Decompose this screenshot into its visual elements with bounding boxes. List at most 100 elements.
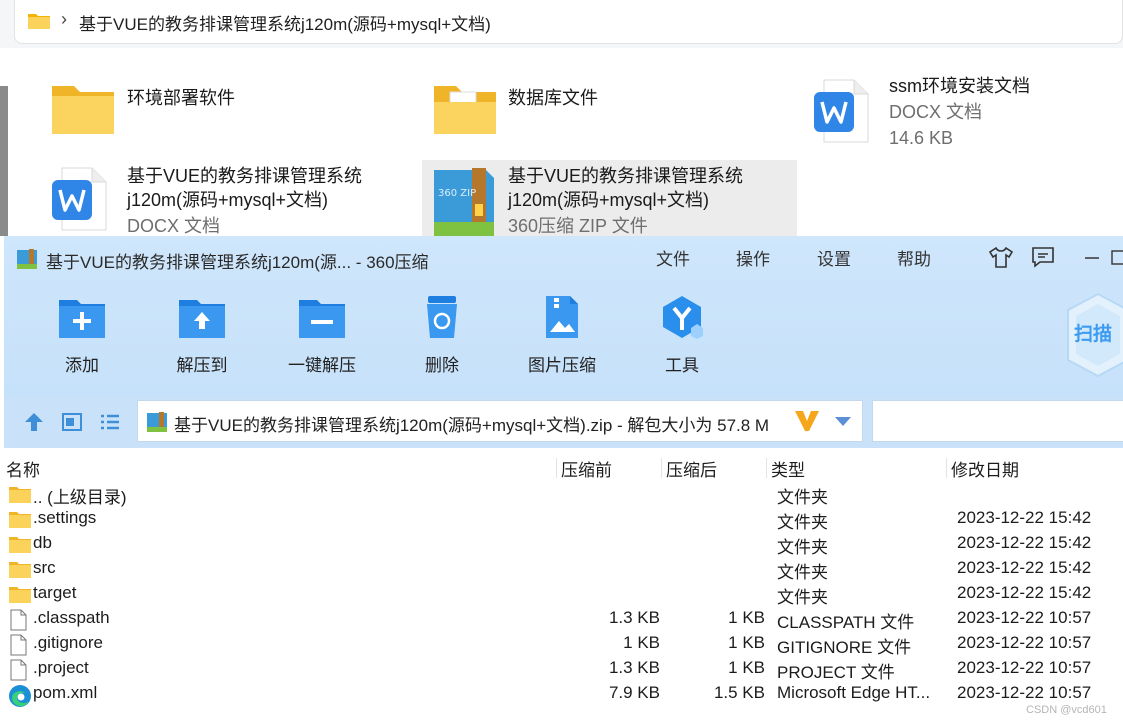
menu-help[interactable]: 帮助	[897, 245, 931, 270]
search-input[interactable]	[872, 400, 1123, 442]
watermark: CSDN @vcd601	[1026, 704, 1107, 716]
cell-before: 1 KB	[623, 633, 660, 652]
item-size: 14.6 KB	[889, 128, 954, 148]
scan-button[interactable]: 扫描	[1058, 292, 1123, 383]
menu-settings[interactable]: 设置	[817, 245, 851, 270]
cell-type: Microsoft Edge HT...	[777, 683, 931, 702]
window-title: 基于VUE的教务排课管理系统j120m(源... - 360压缩	[46, 253, 429, 272]
cell-before: 1.3 KB	[608, 608, 660, 627]
cell-date: 2023-12-22 15:42	[957, 508, 1092, 527]
column-type[interactable]: 类型	[771, 456, 805, 481]
item-name-line2: j120m(源码+mysql+文档)	[127, 190, 329, 210]
zip-app-icon	[17, 249, 37, 269]
cell-before: 1.3 KB	[608, 658, 660, 677]
table-row[interactable]: target 文件夹 2023-12-22 15:42	[4, 582, 1123, 607]
wps-word-icon	[814, 79, 869, 143]
skin-tshirt-icon[interactable]	[988, 244, 1014, 270]
cell-name: .gitignore	[33, 633, 103, 652]
table-row[interactable]: .classpath 1.3 KB 1 KB CLASSPATH 文件 2023-12-…	[4, 607, 1123, 632]
360-zip-icon: 360 ZIP	[434, 168, 494, 236]
explorer-item-folder[interactable]: 环境部署软件	[50, 82, 350, 142]
tools-icon	[663, 296, 703, 339]
vip-badge-icon[interactable]	[794, 407, 820, 433]
table-row[interactable]: db 文件夹 2023-12-22 15:42	[4, 532, 1123, 557]
folder-icon	[8, 534, 32, 559]
column-before[interactable]: 压缩前	[561, 456, 612, 481]
extract-to-button[interactable]: 解压到	[162, 294, 242, 375]
item-name-line2: j120m(源码+mysql+文档)	[508, 190, 710, 210]
cell-name: src	[33, 558, 56, 577]
item-name: 数据库文件	[508, 88, 598, 108]
table-row[interactable]: .. (上级目录) 文件夹	[4, 482, 1123, 507]
navigation-row: 基于VUE的教务排课管理系统j120m(源码+mysql+文档).zip - 解…	[4, 396, 1123, 448]
cell-date: 2023-12-22 15:42	[957, 558, 1092, 577]
shield-icon: 扫描	[1067, 292, 1123, 378]
image-compress-button[interactable]: 图片压缩	[522, 294, 602, 375]
menu-file[interactable]: 文件	[656, 245, 690, 270]
tools-button[interactable]: 工具	[642, 294, 722, 375]
edge-browser-icon	[8, 684, 32, 713]
up-arrow-icon[interactable]	[22, 410, 46, 434]
cell-date: 2023-12-22 10:57	[957, 633, 1092, 652]
one-click-extract-button[interactable]: 一键解压	[282, 294, 362, 375]
menu-operate[interactable]: 操作	[736, 245, 770, 270]
breadcrumb: 基于VUE的教务排课管理系统j120m(源码+mysql+文档)	[79, 15, 491, 34]
explorer-item-folder[interactable]: 数据库文件	[432, 82, 762, 142]
item-name-line1: 基于VUE的教务排课管理系统	[508, 166, 744, 186]
cell-after: 1 KB	[728, 633, 765, 652]
explorer-item-zip[interactable]: 360 ZIP 基于VUE的教务排课管理系统 j120m(源码+mysql+文档…	[428, 162, 794, 236]
cell-date: 2023-12-22 15:42	[957, 583, 1092, 602]
maximize-icon[interactable]	[1110, 244, 1123, 270]
folder-with-files-icon	[434, 86, 496, 134]
cell-type: CLASSPATH 文件	[777, 613, 915, 632]
image-compress-icon	[546, 296, 578, 338]
scrollbar[interactable]	[0, 86, 8, 236]
zip-window: 基于VUE的教务排课管理系统j120m(源... - 360压缩 文件 操作 设…	[4, 236, 1123, 726]
column-date[interactable]: 修改日期	[951, 456, 1019, 481]
extract-to-icon	[179, 300, 225, 338]
delete-label: 删除	[425, 356, 459, 375]
column-divider[interactable]	[556, 458, 557, 478]
delete-button[interactable]: 删除	[402, 294, 482, 375]
cell-date: 2023-12-22 10:57	[957, 658, 1092, 677]
image-compress-label: 图片压缩	[528, 356, 596, 375]
add-button[interactable]: 添加	[42, 294, 122, 375]
item-name: 环境部署软件	[127, 88, 235, 108]
cell-name: .settings	[33, 508, 97, 527]
column-after[interactable]: 压缩后	[666, 456, 717, 481]
minimize-icon[interactable]	[1082, 244, 1102, 270]
cell-type: 文件夹	[777, 563, 828, 582]
feedback-icon[interactable]	[1030, 244, 1056, 270]
folder-icon	[8, 484, 32, 509]
cell-after: 1.5 KB	[713, 683, 765, 702]
title-bar[interactable]: 基于VUE的教务排课管理系统j120m(源... - 360压缩 文件 操作 设…	[4, 236, 1123, 280]
column-name[interactable]: 名称	[6, 456, 40, 481]
cell-name: target	[33, 583, 77, 602]
item-name-line1: 基于VUE的教务排课管理系统	[127, 166, 363, 186]
column-divider[interactable]	[946, 458, 947, 478]
folder-icon	[28, 14, 50, 29]
column-divider[interactable]	[766, 458, 767, 478]
view-mode-icon[interactable]	[60, 410, 84, 434]
table-row[interactable]: .gitignore 1 KB 1 KB GITIGNORE 文件 2023-12-22…	[4, 632, 1123, 657]
add-label: 添加	[65, 356, 99, 375]
table-row[interactable]: .settings 文件夹 2023-12-22 15:42	[4, 507, 1123, 532]
recycle-bin-icon	[427, 296, 457, 338]
cell-type: PROJECT 文件	[777, 663, 895, 682]
cell-type: 文件夹	[777, 538, 828, 557]
address-bar[interactable]: › 基于VUE的教务排课管理系统j120m(源码+mysql+文档)	[14, 0, 1123, 44]
explorer-item-docx[interactable]: 基于VUE的教务排课管理系统 j120m(源码+mysql+文档) DOCX 文…	[50, 162, 410, 238]
file-list-header: 名称 压缩前 压缩后 类型 修改日期	[4, 452, 1123, 482]
column-divider[interactable]	[661, 458, 662, 478]
list-view-icon[interactable]	[98, 410, 122, 434]
table-row[interactable]: pom.xml 7.9 KB 1.5 KB Microsoft Edge HT... 2…	[4, 682, 1123, 707]
item-type: DOCX 文档	[889, 102, 983, 122]
cell-before: 7.9 KB	[608, 683, 660, 702]
archive-path-box[interactable]: 基于VUE的教务排课管理系统j120m(源码+mysql+文档).zip - 解…	[137, 400, 863, 442]
folder-icon	[8, 559, 32, 584]
dropdown-arrow-icon[interactable]	[835, 417, 851, 426]
table-row[interactable]: .project 1.3 KB 1 KB PROJECT 文件 2023-12-22 1…	[4, 657, 1123, 682]
explorer-item-docx[interactable]: ssm环境安装文档 DOCX 文档 14.6 KB	[812, 74, 1112, 154]
table-row[interactable]: src 文件夹 2023-12-22 15:42	[4, 557, 1123, 582]
cell-name: pom.xml	[33, 683, 98, 702]
